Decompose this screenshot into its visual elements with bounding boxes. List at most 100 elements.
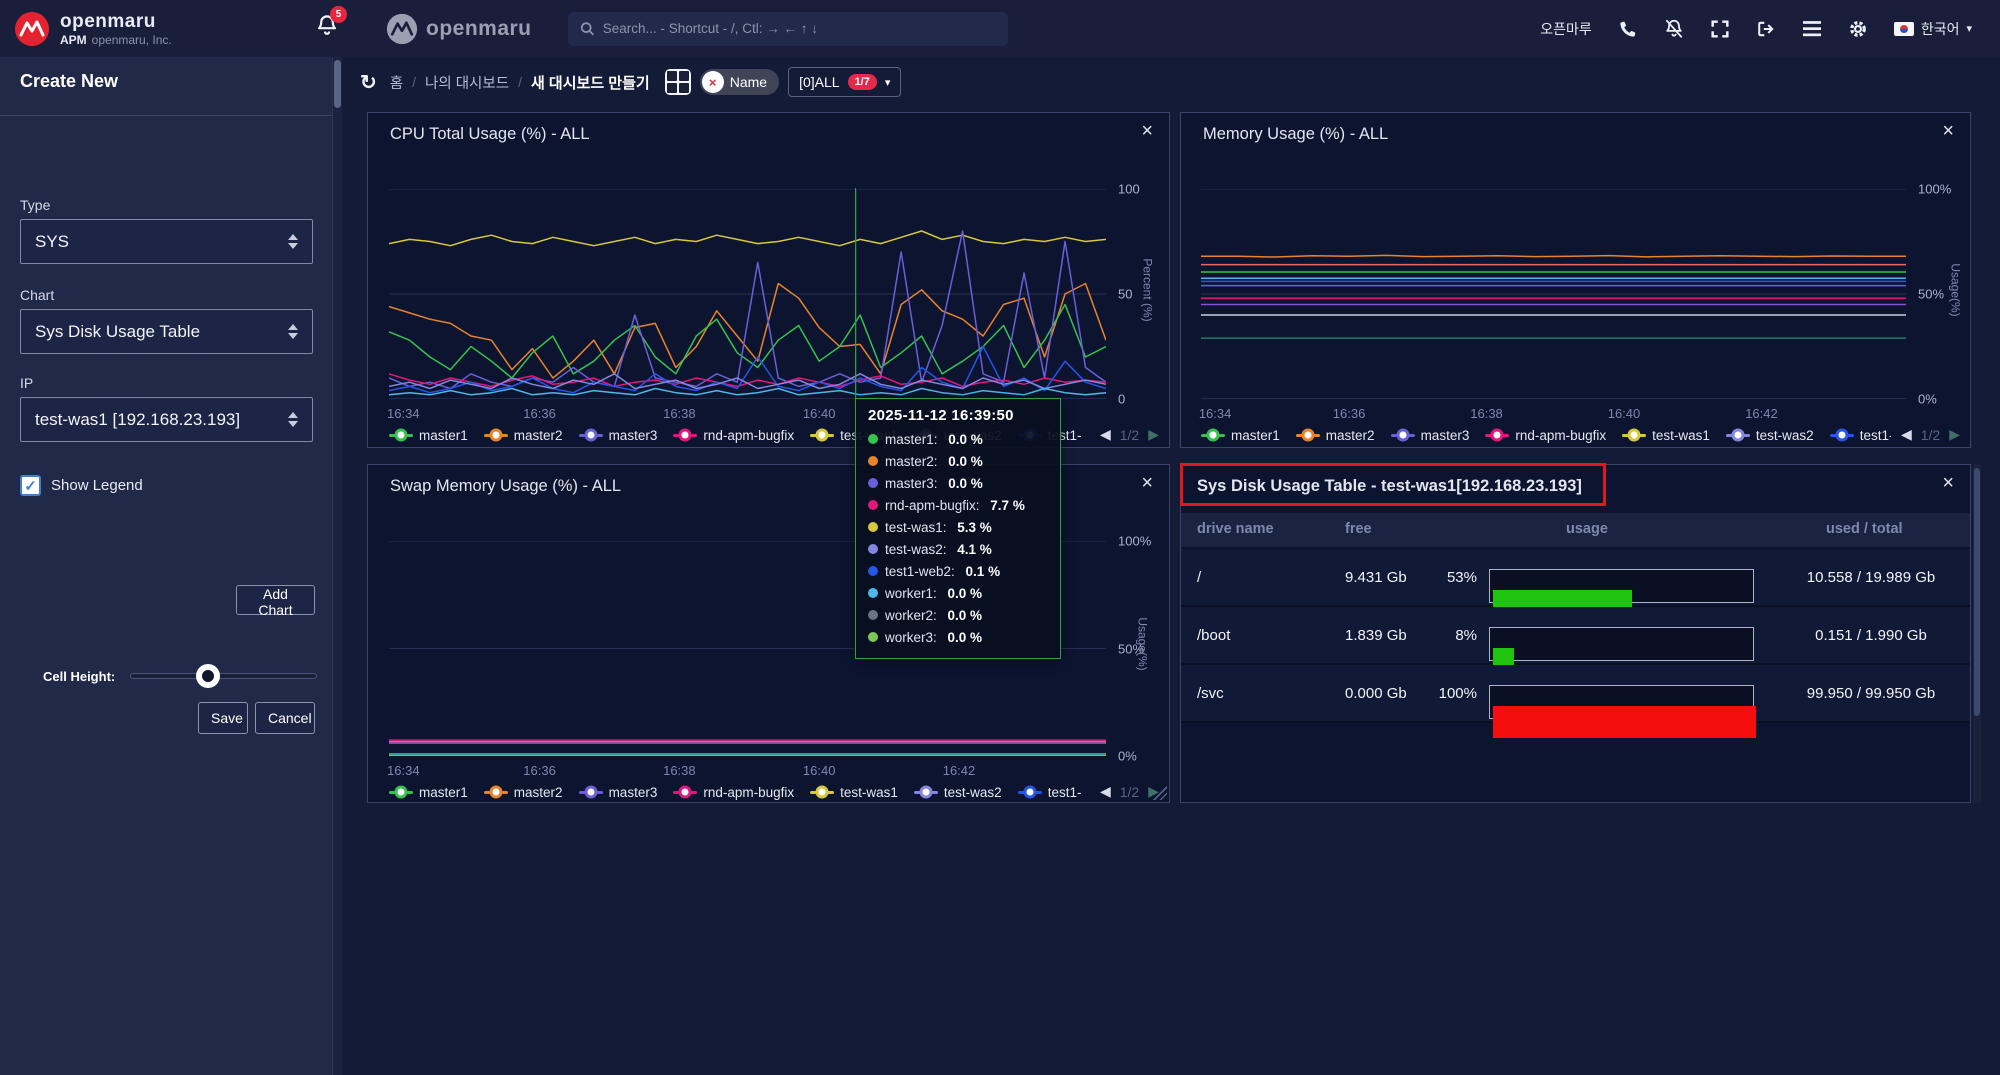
scrollbar-thumb[interactable]	[334, 60, 341, 108]
settings-button[interactable]	[1848, 19, 1868, 39]
legend-prev-icon[interactable]: ◀	[1100, 426, 1111, 443]
breadcrumb-home[interactable]: 홈	[390, 72, 403, 93]
legend-marker-icon	[673, 434, 697, 437]
mute-notifications-button[interactable]	[1664, 19, 1684, 39]
brand-name: openmaru	[60, 11, 172, 33]
notification-bell-button[interactable]: 5	[316, 14, 338, 43]
close-icon[interactable]: ×	[1141, 473, 1153, 493]
legend-item[interactable]: test1-	[1018, 785, 1082, 800]
legend-page-indicator: 1/2	[1120, 784, 1139, 800]
legend-label: test-was2	[1756, 428, 1814, 443]
memory-chart	[1201, 189, 1906, 399]
disk-panel-scrollbar[interactable]	[1973, 464, 1981, 803]
hamburger-icon	[1803, 21, 1821, 37]
refresh-icon[interactable]: ↻	[360, 70, 377, 95]
user-name-label[interactable]: 오픈마루	[1540, 19, 1592, 39]
cpu-panel-title: CPU Total Usage (%) - ALL	[390, 125, 590, 144]
legend-item[interactable]: test-was1	[810, 785, 898, 800]
menu-button[interactable]	[1802, 19, 1822, 39]
select-arrows-icon	[288, 412, 298, 427]
series-dot-icon	[868, 610, 878, 620]
legend-label: master1	[419, 785, 468, 800]
memory-usage-panel: Memory Usage (%) - ALL × 100%50%0% Usage…	[1180, 112, 1971, 448]
legend-item[interactable]: test1-	[1830, 428, 1891, 443]
legend-item[interactable]: rnd-apm-bugfix	[673, 785, 794, 800]
center-brand-name: openmaru	[426, 17, 532, 41]
sidebar-scrollbar[interactable]	[333, 57, 342, 1075]
tooltip-series-value: 7.7 %	[990, 498, 1025, 513]
close-icon[interactable]: ×	[1942, 121, 1954, 141]
close-icon[interactable]: ×	[1141, 121, 1153, 141]
legend-marker-icon	[1391, 434, 1415, 437]
memory-panel-title: Memory Usage (%) - ALL	[1203, 125, 1388, 144]
legend-item[interactable]: master2	[484, 785, 563, 800]
search-input[interactable]	[603, 21, 996, 36]
legend-item[interactable]: test-was2	[1726, 428, 1814, 443]
tooltip-series-value: 0.0 %	[948, 630, 983, 645]
fullscreen-button[interactable]	[1710, 19, 1730, 39]
panel-resize-handle[interactable]	[1153, 786, 1167, 800]
cpu-y-axis-title: Percent (%)	[1141, 258, 1155, 321]
used-total: 99.950 / 99.950 Gb	[1781, 685, 1961, 702]
name-filter-pill[interactable]: × Name	[700, 69, 779, 95]
legend-item[interactable]: test-was1	[1622, 428, 1710, 443]
scrollbar-thumb[interactable]	[1974, 468, 1980, 716]
save-button[interactable]: Save	[198, 702, 248, 734]
legend-item[interactable]: rnd-apm-bugfix	[673, 428, 794, 443]
usage-percent: 8%	[1411, 627, 1477, 644]
legend-item[interactable]: master1	[1201, 428, 1280, 443]
y-tick-label: 100%	[1918, 182, 1951, 197]
legend-item[interactable]: master1	[389, 785, 468, 800]
ip-select[interactable]: test-was1 [192.168.23.193]	[20, 397, 313, 442]
global-search[interactable]	[568, 12, 1008, 46]
all-dropdown[interactable]: [0]ALL 1/7 ▾	[788, 67, 901, 97]
y-tick-label: 100%	[1118, 534, 1151, 549]
legend-next-icon[interactable]: ▶	[1148, 426, 1159, 443]
chevron-down-icon: ▾	[885, 76, 891, 89]
type-select[interactable]: SYS	[20, 219, 313, 264]
y-tick-label: 50	[1118, 287, 1132, 302]
legend-marker-icon	[1830, 434, 1854, 437]
type-value: SYS	[35, 232, 69, 252]
legend-item[interactable]: master3	[579, 785, 658, 800]
cell-height-slider[interactable]	[130, 673, 317, 679]
legend-item[interactable]: master2	[484, 428, 563, 443]
tooltip-series-value: 0.0 %	[948, 476, 983, 491]
used-total: 10.558 / 19.989 Gb	[1781, 569, 1961, 586]
tooltip-series-name: test1-web2:	[885, 564, 959, 579]
disk-column-header: usage	[1566, 521, 1608, 537]
phone-button[interactable]	[1618, 19, 1638, 39]
chart-select[interactable]: Sys Disk Usage Table	[20, 309, 313, 354]
legend-item[interactable]: rnd-apm-bugfix	[1485, 428, 1606, 443]
app-brand[interactable]: openmaru APMopenmaru, Inc.	[0, 11, 310, 47]
legend-label: test-was2	[944, 785, 1002, 800]
legend-prev-icon[interactable]: ◀	[1100, 783, 1111, 800]
x-tick-label: 16:36	[1333, 406, 1366, 421]
create-new-sidebar: Create New Type SYS Chart Sys Disk Usage…	[0, 57, 333, 1075]
legend-item[interactable]: master2	[1296, 428, 1375, 443]
free-space: 9.431 Gb	[1345, 569, 1407, 586]
legend-item[interactable]: master1	[389, 428, 468, 443]
logout-button[interactable]	[1756, 19, 1776, 39]
add-chart-button[interactable]: Add Chart	[236, 585, 315, 615]
show-legend-checkbox[interactable]: ✓	[20, 475, 41, 496]
y-tick-label: 0%	[1918, 392, 1937, 407]
series-dot-icon	[868, 456, 878, 466]
legend-item[interactable]: master3	[579, 428, 658, 443]
bell-slash-icon	[1664, 19, 1684, 39]
slider-thumb[interactable]	[196, 664, 220, 688]
legend-prev-icon[interactable]: ◀	[1901, 426, 1912, 443]
language-selector[interactable]: 한국어 ▾	[1894, 19, 1972, 39]
ip-label: IP	[20, 375, 33, 391]
dashboard-grid-icon[interactable]	[665, 69, 691, 95]
series-dot-icon	[868, 500, 878, 510]
legend-item[interactable]: test-was2	[914, 785, 1002, 800]
remove-filter-icon[interactable]: ×	[702, 71, 724, 93]
close-icon[interactable]: ×	[1942, 473, 1954, 493]
legend-item[interactable]: master3	[1391, 428, 1470, 443]
legend-next-icon[interactable]: ▶	[1949, 426, 1960, 443]
cancel-button[interactable]: Cancel	[255, 702, 315, 734]
sign-out-icon	[1757, 20, 1775, 38]
breadcrumb-my-dashboard[interactable]: 나의 대시보드	[425, 72, 509, 93]
breadcrumb: ↻ 홈 / 나의 대시보드 / 새 대시보드 만들기 × Name [0]ALL…	[360, 57, 901, 107]
